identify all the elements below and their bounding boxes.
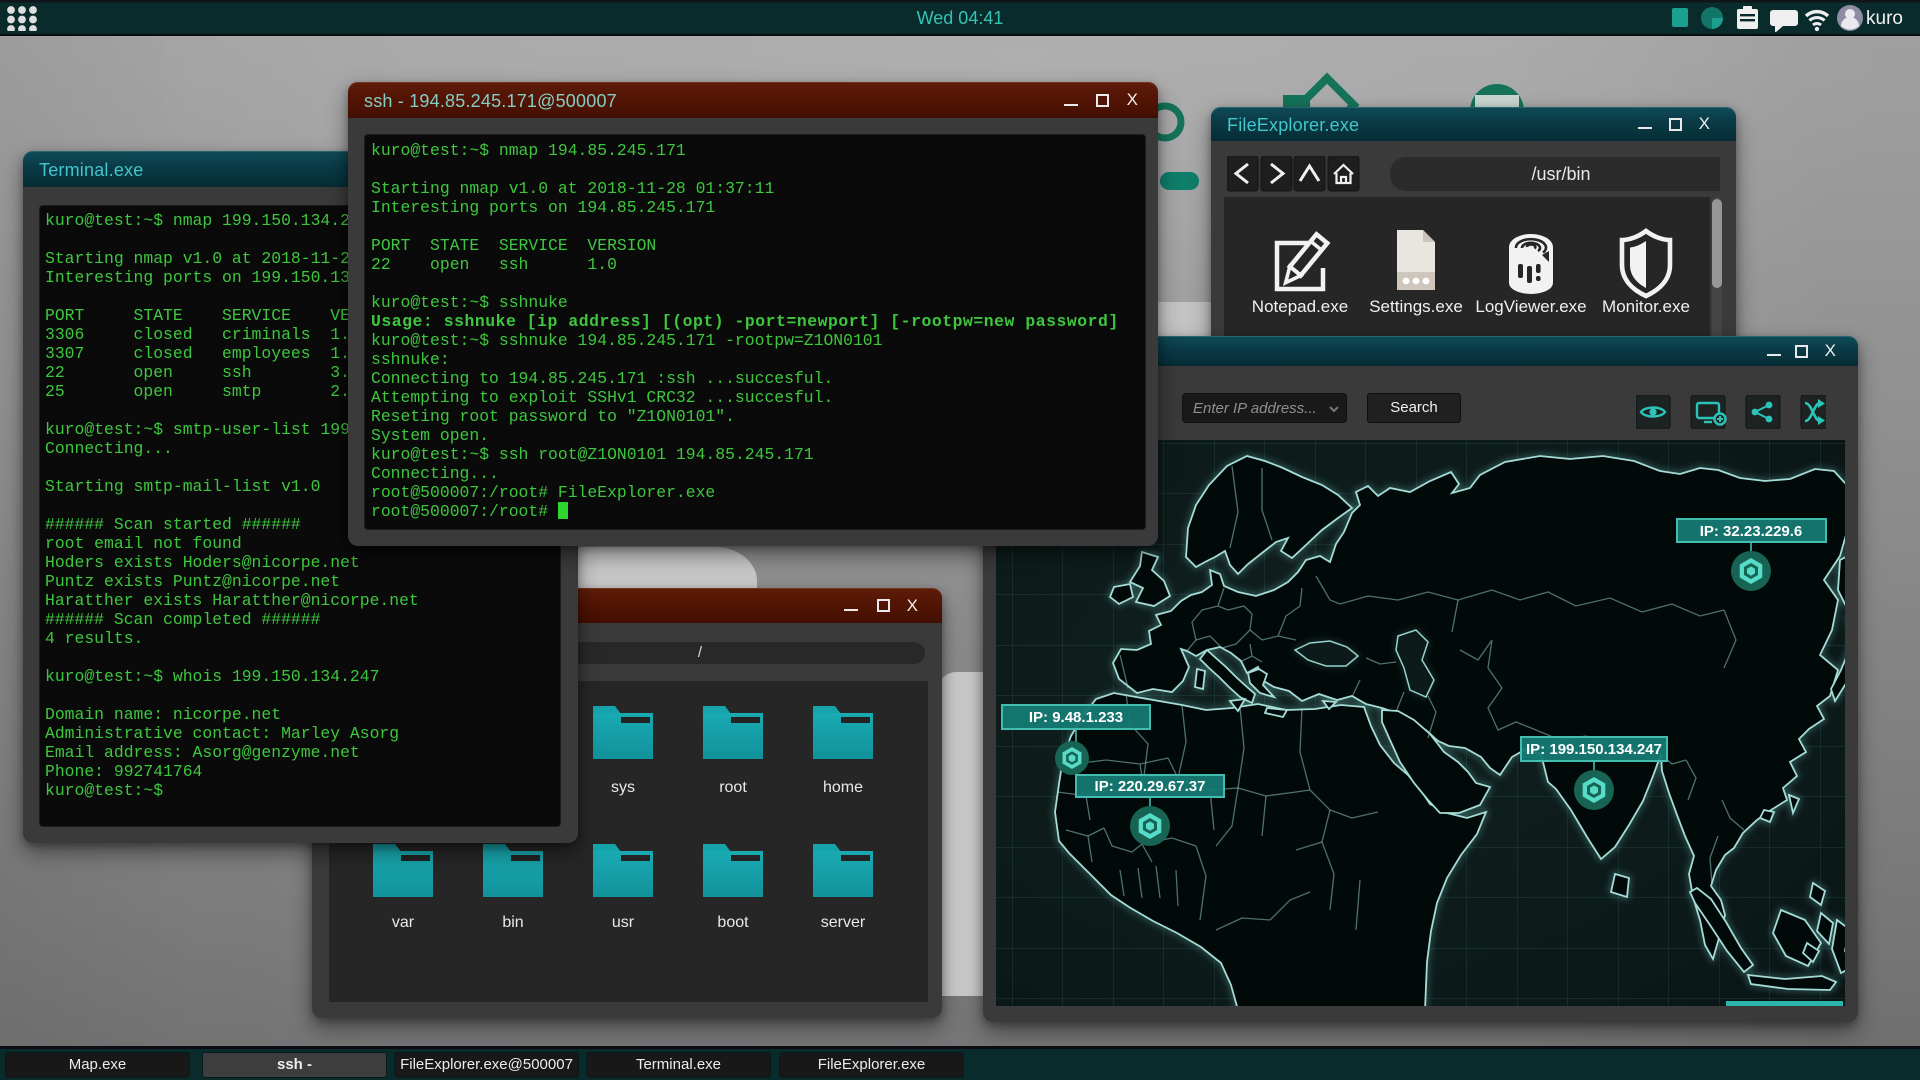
svg-text:Notepad.exe: Notepad.exe bbox=[1252, 297, 1348, 316]
svg-text:Monitor.exe: Monitor.exe bbox=[1602, 297, 1690, 316]
svg-text:IP: 220.29.67.37: IP: 220.29.67.37 bbox=[1095, 778, 1206, 795]
svg-text:IP: 199.150.134.247: IP: 199.150.134.247 bbox=[1526, 741, 1662, 758]
svg-text:LogViewer.exe: LogViewer.exe bbox=[1475, 297, 1586, 316]
svg-text:IP: 9.48.1.233: IP: 9.48.1.233 bbox=[1029, 709, 1123, 726]
svg-text:IP: 32.23.229.6: IP: 32.23.229.6 bbox=[1700, 523, 1803, 540]
svg-text:/usr/bin: /usr/bin bbox=[1531, 164, 1590, 184]
svg-text:Settings.exe: Settings.exe bbox=[1369, 297, 1463, 316]
